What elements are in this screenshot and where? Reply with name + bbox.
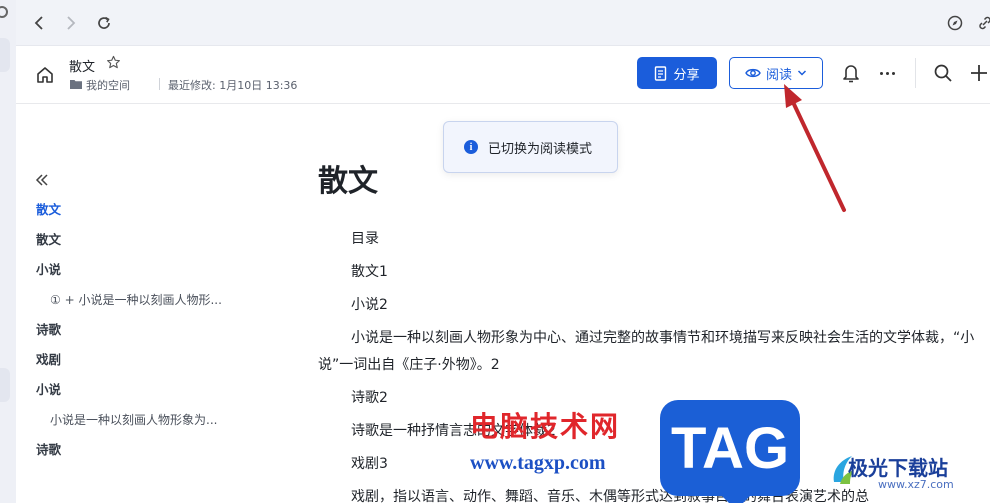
- home-icon[interactable]: [34, 64, 56, 86]
- strip-tab[interactable]: [0, 38, 10, 72]
- star-icon[interactable]: [106, 55, 121, 70]
- annotation-arrow: [784, 84, 846, 212]
- paragraph: 诗歌是一种抒情言志的文学体裁2: [351, 423, 556, 439]
- reload-button[interactable]: [93, 12, 115, 34]
- search-icon[interactable]: [932, 62, 954, 84]
- back-button[interactable]: [28, 12, 50, 34]
- chevron-down-icon: [797, 70, 807, 76]
- watermark-tag-logo: TAG: [660, 400, 800, 503]
- chevron-right-icon: [67, 16, 76, 30]
- info-icon: i: [464, 140, 478, 154]
- paragraph: 诗歌2: [351, 390, 388, 406]
- compass-icon: [947, 15, 963, 31]
- toast-message: 已切换为阅读模式: [488, 141, 593, 157]
- paragraph: 散文1: [351, 264, 388, 280]
- outline-panel: 散文 散文 小说 ① + 小说是一种以刻画人物形... 诗歌 戏剧 小说 小说是…: [36, 200, 276, 470]
- link-icon: [979, 16, 990, 30]
- divider: [915, 58, 916, 88]
- document-title[interactable]: 散文: [69, 56, 95, 75]
- outline-item[interactable]: 小说是一种以刻画人物形象为...: [36, 410, 276, 440]
- document-icon: [655, 65, 667, 81]
- forward-button[interactable]: [60, 12, 82, 34]
- plus-icon[interactable]: [968, 62, 990, 84]
- extension-button[interactable]: [974, 12, 990, 34]
- strip-tab[interactable]: [0, 368, 10, 402]
- outline-item[interactable]: 小说: [36, 260, 276, 290]
- watermark-site-name: 极光下载站: [848, 456, 948, 480]
- outline-item[interactable]: 戏剧: [36, 350, 276, 380]
- last-modified: 最近修改: 1月10日 13:36: [168, 79, 298, 92]
- more-icon[interactable]: [876, 63, 898, 83]
- paragraph: 小说2: [351, 297, 388, 313]
- outline-item[interactable]: 诗歌: [36, 320, 276, 350]
- content-title: 散文: [318, 164, 378, 199]
- divider: [159, 78, 160, 90]
- browser-toolbar: [16, 0, 990, 46]
- watermark-url: www.tagxp.com: [470, 452, 606, 474]
- outline-item[interactable]: 诗歌: [36, 440, 276, 470]
- outline-item[interactable]: ① + 小说是一种以刻画人物形...: [36, 290, 276, 320]
- collapse-outline-icon[interactable]: [34, 172, 50, 188]
- left-app-strip: [0, 0, 16, 503]
- outline-item[interactable]: 散文: [36, 200, 276, 230]
- chevron-left-icon: [34, 16, 43, 30]
- eye-icon: [745, 68, 761, 78]
- outline-item[interactable]: 散文: [36, 230, 276, 260]
- share-label: 分享: [673, 67, 700, 83]
- paragraph: 小说是一种以刻画人物形象为中心、通过完整的故事情节和环境描写来反映社会生活的文学…: [318, 330, 975, 373]
- watermark-text: 电脑技术网: [470, 410, 621, 443]
- circle-icon: [0, 6, 8, 18]
- paragraph: 目录: [351, 231, 379, 247]
- outline-item[interactable]: 小说: [36, 380, 276, 410]
- space-name[interactable]: 我的空间: [86, 77, 130, 93]
- reload-icon: [98, 16, 110, 29]
- compass-button[interactable]: [944, 12, 966, 34]
- share-button[interactable]: 分享: [637, 57, 717, 89]
- watermark-site-url: www.xz7.com: [878, 478, 954, 491]
- folder-icon: [70, 80, 82, 89]
